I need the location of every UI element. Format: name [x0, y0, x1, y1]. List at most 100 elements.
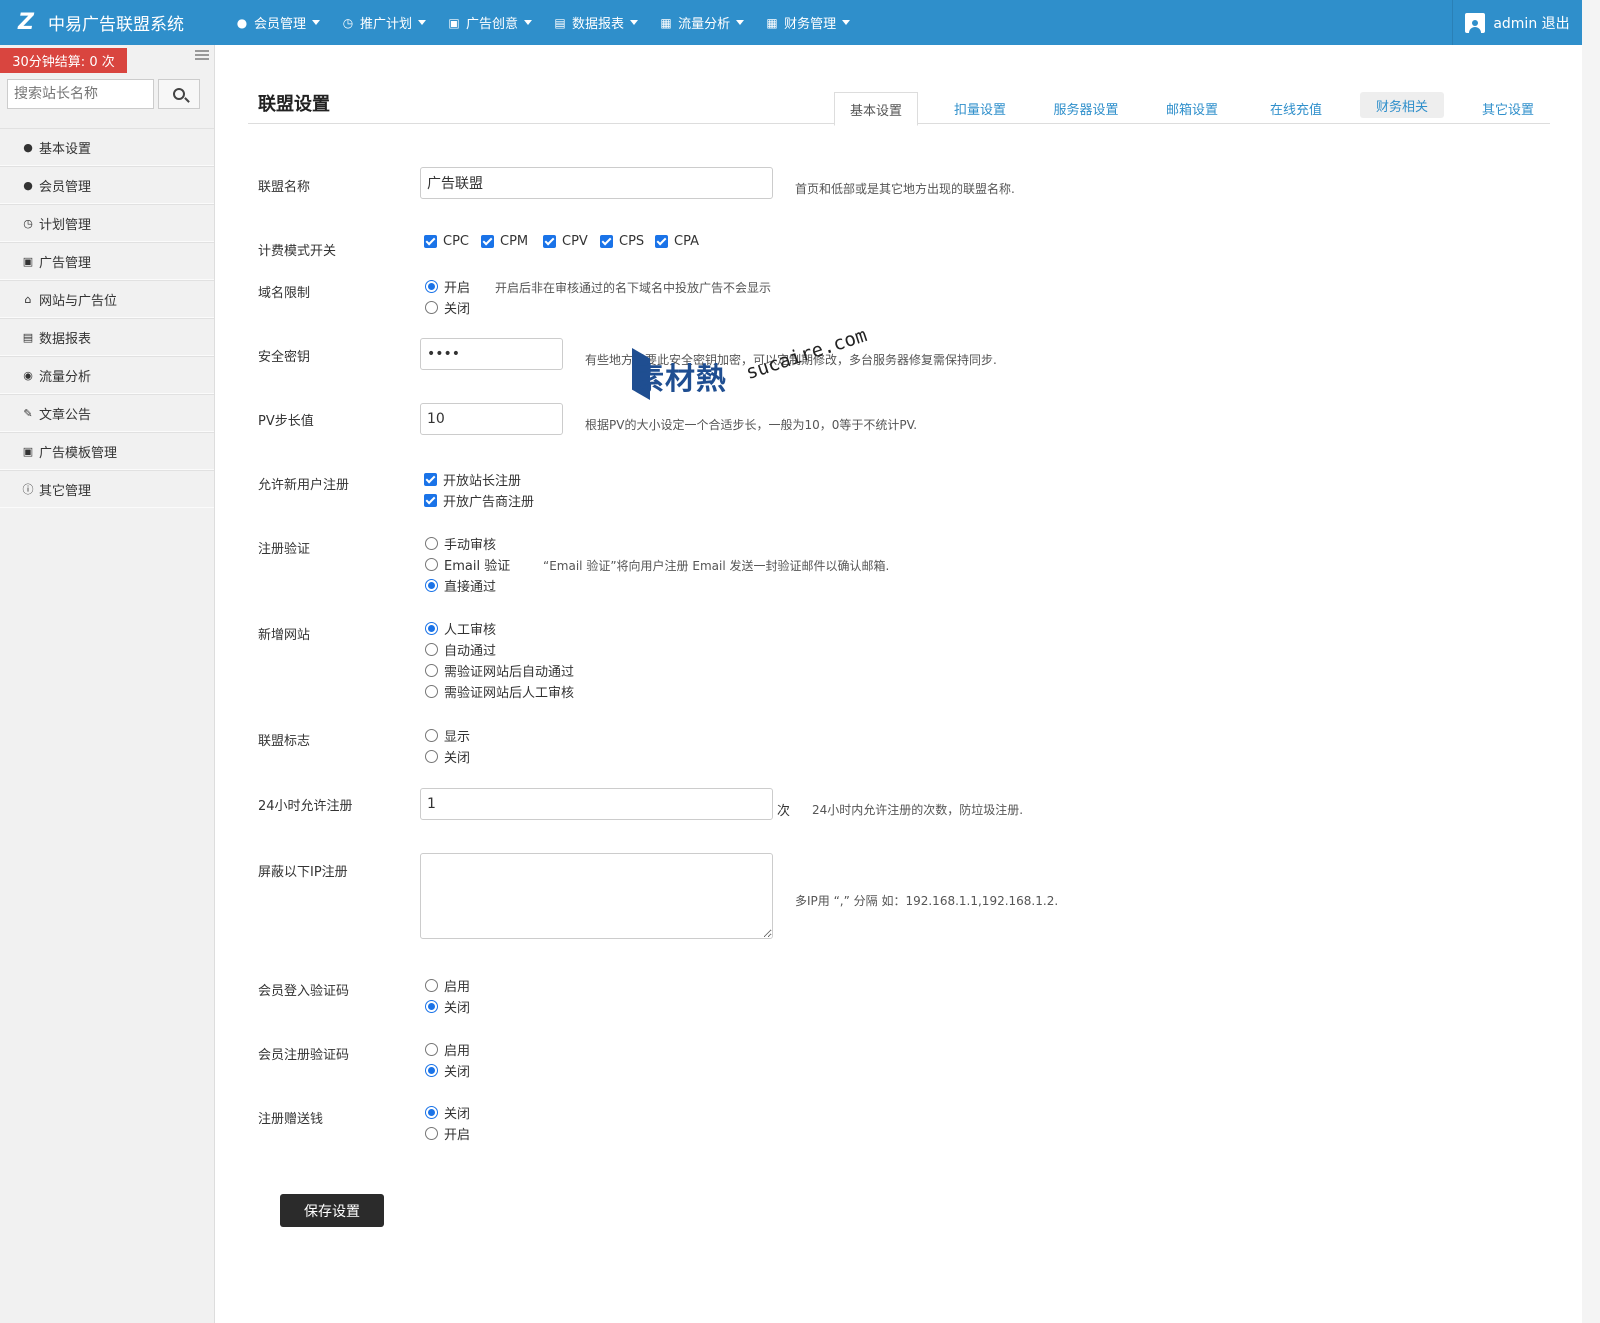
union-name-label: 联盟名称 — [258, 180, 311, 195]
register-captcha-off-radio[interactable]: 关闭 — [425, 1061, 470, 1080]
register-24h-label: 24小时允许注册 — [258, 799, 353, 814]
sidebar-item-plans[interactable]: ◷ 计划管理 — [0, 204, 214, 242]
allow-advertiser-register-checkbox[interactable]: 开放广告商注册 — [424, 491, 534, 510]
sidebar-menu: ● 基本设置 ● 会员管理 ◷ 计划管理 ▣ 广告管理 ⌂ 网站与广告位 ▤ 数据报表 ◉ 流… — [0, 128, 214, 508]
clock-icon: ◷ — [23, 216, 33, 230]
user-logout-label: admin 退出 — [1493, 15, 1570, 32]
secret-key-input[interactable] — [420, 338, 563, 370]
sidebar-item-ad-templates[interactable]: ▣ 广告模板管理 — [0, 432, 214, 470]
checkbox-checked-icon — [543, 235, 556, 248]
sidebar-item-basic-settings[interactable]: ● 基本设置 — [0, 128, 214, 166]
tab-recharge[interactable]: 在线充值 — [1254, 92, 1338, 124]
billing-label: 计费模式开关 — [258, 244, 337, 259]
top-navbar: Z 中易广告联盟系统 ● 会员管理 ◷ 推广计划 ▣ 广告创意 ▤ 数据报表 ▦ 流量分析… — [0, 0, 1582, 45]
checkbox-checked-icon — [481, 235, 494, 248]
pv-step-help: 根据PV的大小设定一个合适步长，一般为10，0等于不统计PV. — [585, 418, 918, 432]
sidebar-toggle-icon[interactable] — [195, 50, 209, 60]
register-bonus-on-radio[interactable]: 开启 — [425, 1124, 470, 1143]
login-captcha-enable-radio[interactable]: 启用 — [425, 976, 470, 995]
register-verify-help: “Email 验证”将向用户注册 Email 发送一封验证邮件以确认邮箱. — [543, 559, 890, 573]
login-captcha-label: 会员登入验证码 — [258, 984, 350, 999]
pv-step-label: PV步长值 — [258, 414, 314, 429]
register-verify-manual-radio[interactable]: 手动审核 — [425, 534, 496, 553]
new-site-manual-radio[interactable]: 人工审核 — [425, 619, 496, 638]
logo-icon: Z — [18, 10, 34, 35]
new-site-verify-auto-radio[interactable]: 需验证网站后自动通过 — [425, 661, 574, 680]
save-settings-button[interactable]: 保存设置 — [280, 1194, 384, 1227]
register-captcha-enable-radio[interactable]: 启用 — [425, 1040, 470, 1059]
sidebar-item-reports[interactable]: ▤ 数据报表 — [0, 318, 214, 356]
pv-step-input[interactable] — [420, 403, 563, 435]
tab-deduction[interactable]: 扣量设置 — [938, 92, 1022, 124]
sidebar-item-members[interactable]: ● 会员管理 — [0, 166, 214, 204]
union-logo-label: 联盟标志 — [258, 734, 311, 749]
nav-member[interactable]: ● 会员管理 — [236, 13, 321, 32]
picture-icon: ▣ — [22, 444, 34, 458]
picture-icon: ▣ — [22, 254, 34, 268]
caret-down-icon — [842, 20, 851, 25]
map-marker-icon: ● — [23, 140, 33, 154]
register-24h-input[interactable] — [420, 788, 773, 820]
billing-cps-checkbox[interactable]: CPS — [600, 234, 644, 249]
billing-cpm-checkbox[interactable]: CPM — [481, 234, 528, 249]
sidebar-item-other[interactable]: ⓘ 其它管理 — [0, 470, 214, 508]
billing-cpa-checkbox[interactable]: CPA — [655, 234, 699, 249]
login-captcha-off-radio[interactable]: 关闭 — [425, 997, 470, 1016]
checkbox-checked-icon — [424, 235, 437, 248]
search-button[interactable] — [158, 79, 200, 109]
nav-plan[interactable]: ◷ 推广计划 — [342, 13, 427, 32]
nav-finance[interactable]: ▦ 财务管理 — [766, 13, 851, 32]
site-owner-search-input[interactable] — [7, 79, 154, 109]
domain-limit-off-radio[interactable]: 关闭 — [425, 298, 470, 317]
eye-icon: ◉ — [23, 368, 33, 382]
block-ip-textarea[interactable] — [420, 853, 773, 939]
billing-cpv-checkbox[interactable]: CPV — [543, 234, 588, 249]
domain-limit-on-radio[interactable]: 开启 — [425, 277, 470, 296]
allow-register-label: 允许新用户注册 — [258, 478, 350, 493]
sidebar: 30分钟结算: 0 次 ●基本设置 ●会员管理 ◷计划管理 ▣广告管理 ⌂网站与… — [0, 45, 215, 1323]
user-menu[interactable]: admin 退出 — [1452, 0, 1582, 45]
nav-report[interactable]: ▤ 数据报表 — [554, 13, 639, 32]
info-icon: ⓘ — [22, 483, 34, 496]
new-site-label: 新增网站 — [258, 628, 311, 643]
register-24h-unit: 次 — [777, 804, 791, 819]
clock-icon: ◷ — [342, 15, 354, 30]
nav-traffic[interactable]: ▦ 流量分析 — [660, 13, 745, 32]
register-bonus-off-radio[interactable]: 关闭 — [425, 1103, 470, 1122]
caret-down-icon — [630, 20, 639, 25]
register-verify-direct-radio[interactable]: 直接通过 — [425, 576, 496, 595]
search-icon — [173, 88, 185, 100]
block-ip-label: 屏蔽以下IP注册 — [258, 865, 348, 880]
nav-creative[interactable]: ▣ 广告创意 — [448, 13, 533, 32]
pencil-icon: ✎ — [23, 406, 33, 420]
sidebar-item-articles[interactable]: ✎ 文章公告 — [0, 394, 214, 432]
allow-site-owner-register-checkbox[interactable]: 开放站长注册 — [424, 470, 521, 489]
tab-other[interactable]: 其它设置 — [1466, 92, 1550, 124]
union-name-input[interactable] — [420, 167, 773, 199]
union-name-help: 首页和低部或是其它地方出现的联盟名称. — [795, 182, 1015, 196]
caret-down-icon — [524, 20, 533, 25]
sidebar-item-sites-zones[interactable]: ⌂ 网站与广告位 — [0, 280, 214, 318]
avatar-icon — [1465, 12, 1486, 33]
union-logo-show-radio[interactable]: 显示 — [425, 726, 470, 745]
caret-down-icon — [418, 20, 427, 25]
checkbox-checked-icon — [424, 473, 437, 486]
tab-server[interactable]: 服务器设置 — [1038, 92, 1134, 124]
register-verify-email-radio[interactable]: Email 验证 — [425, 555, 510, 574]
billing-cpc-checkbox[interactable]: CPC — [424, 234, 469, 249]
brand[interactable]: Z 中易广告联盟系统 — [14, 0, 184, 45]
union-logo-off-radio[interactable]: 关闭 — [425, 747, 470, 766]
tab-finance[interactable]: 财务相关 — [1360, 92, 1444, 118]
tab-basic[interactable]: 基本设置 — [834, 92, 918, 126]
caret-down-icon — [312, 20, 321, 25]
page-scrollbar[interactable] — [1582, 0, 1600, 1323]
tab-email[interactable]: 邮箱设置 — [1150, 92, 1234, 124]
signal-icon: ▦ — [660, 15, 672, 30]
settlement-badge: 30分钟结算: 0 次 — [0, 48, 127, 73]
new-site-auto-radio[interactable]: 自动通过 — [425, 640, 496, 659]
sidebar-item-traffic[interactable]: ◉ 流量分析 — [0, 356, 214, 394]
new-site-verify-manual-radio[interactable]: 需验证网站后人工审核 — [425, 682, 574, 701]
sidebar-item-ads[interactable]: ▣ 广告管理 — [0, 242, 214, 280]
user-icon: ● — [236, 15, 248, 30]
list-icon: ▤ — [22, 330, 34, 344]
